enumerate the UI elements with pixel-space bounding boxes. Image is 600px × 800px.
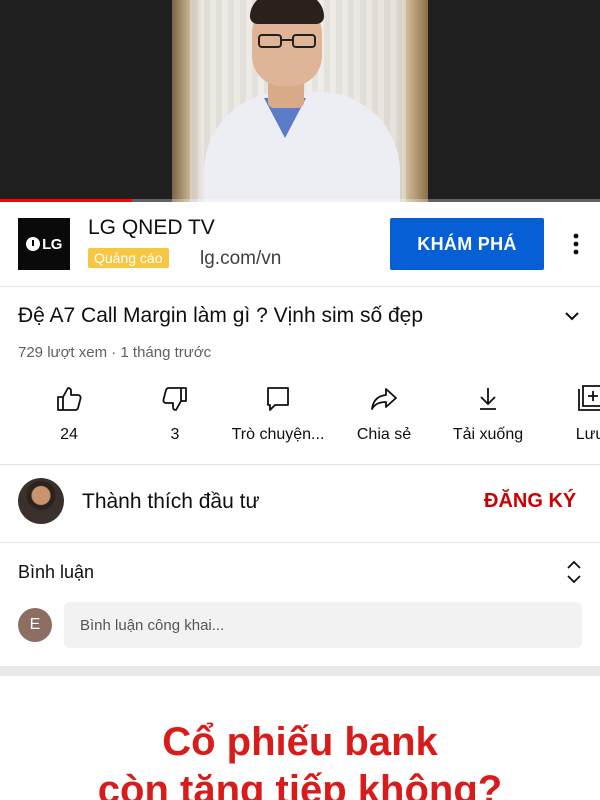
thumbnail-text-line-1: Cổ phiếu bank (162, 720, 438, 764)
download-button[interactable]: Tải xuống (446, 380, 530, 464)
ad-domain: lg.com/vn (200, 248, 282, 269)
next-video-thumbnail[interactable]: Cổ phiếu bank còn tăng tiếp không? (0, 676, 600, 800)
download-icon (480, 388, 496, 410)
ad-title: LG QNED TV (88, 216, 215, 239)
dislike-count: 3 (170, 426, 180, 443)
ad-badge: Quảng cáo (88, 248, 169, 268)
expand-collapse-icon[interactable] (562, 558, 586, 586)
download-label: Tải xuống (452, 426, 524, 443)
thumbs-down-icon (162, 387, 187, 411)
live-chat-label: Trò chuyện... (231, 426, 325, 443)
chevron-down-icon[interactable] (560, 304, 584, 328)
dislike-button[interactable]: 3 (146, 380, 204, 464)
video-player[interactable] (0, 0, 600, 202)
subscribe-button[interactable]: ĐĂNG KÝ (484, 490, 576, 513)
share-icon (371, 388, 397, 410)
thumbnail-text-line-2: còn tăng tiếp không? (97, 768, 503, 800)
comment-input[interactable] (64, 602, 582, 648)
lg-logo-icon (26, 237, 41, 251)
lg-logo: LG (18, 218, 70, 270)
video-frame (172, 0, 428, 202)
like-button[interactable]: 24 (40, 380, 98, 464)
section-divider (0, 666, 600, 676)
ad-banner[interactable]: LG LG QNED TV Quảng cáo lg.com/vn KHÁM P… (0, 202, 600, 287)
thumbs-up-icon (57, 387, 82, 411)
like-count: 24 (60, 426, 78, 443)
more-options-icon[interactable] (566, 230, 586, 258)
channel-name[interactable]: Thành thích đầu tư (82, 490, 260, 514)
channel-row[interactable]: Thành thích đầu tư ĐĂNG KÝ (0, 464, 600, 543)
save-playlist-icon (578, 385, 600, 411)
live-chat-button[interactable]: Trò chuyện... (222, 380, 334, 464)
video-meta: 729 lượt xem · 1 tháng trước (18, 344, 212, 361)
video-title[interactable]: Đệ A7 Call Margin làm gì ? Vịnh sim số đ… (18, 304, 538, 328)
share-button[interactable]: Chia sẻ (350, 380, 418, 464)
save-button[interactable]: Lưu (568, 380, 600, 464)
action-bar: 24 3 Trò chuyện... Chia sẻ Tải xuống Lưu (0, 380, 600, 465)
user-avatar: E (18, 608, 52, 642)
save-label: Lưu (575, 426, 600, 443)
comments-title: Bình luận (18, 562, 95, 582)
chat-icon (267, 387, 289, 411)
share-label: Chia sẻ (356, 426, 412, 443)
ad-cta-button[interactable]: KHÁM PHÁ (390, 218, 544, 270)
channel-avatar[interactable] (18, 478, 64, 524)
comments-section[interactable]: Bình luận E (0, 542, 600, 666)
